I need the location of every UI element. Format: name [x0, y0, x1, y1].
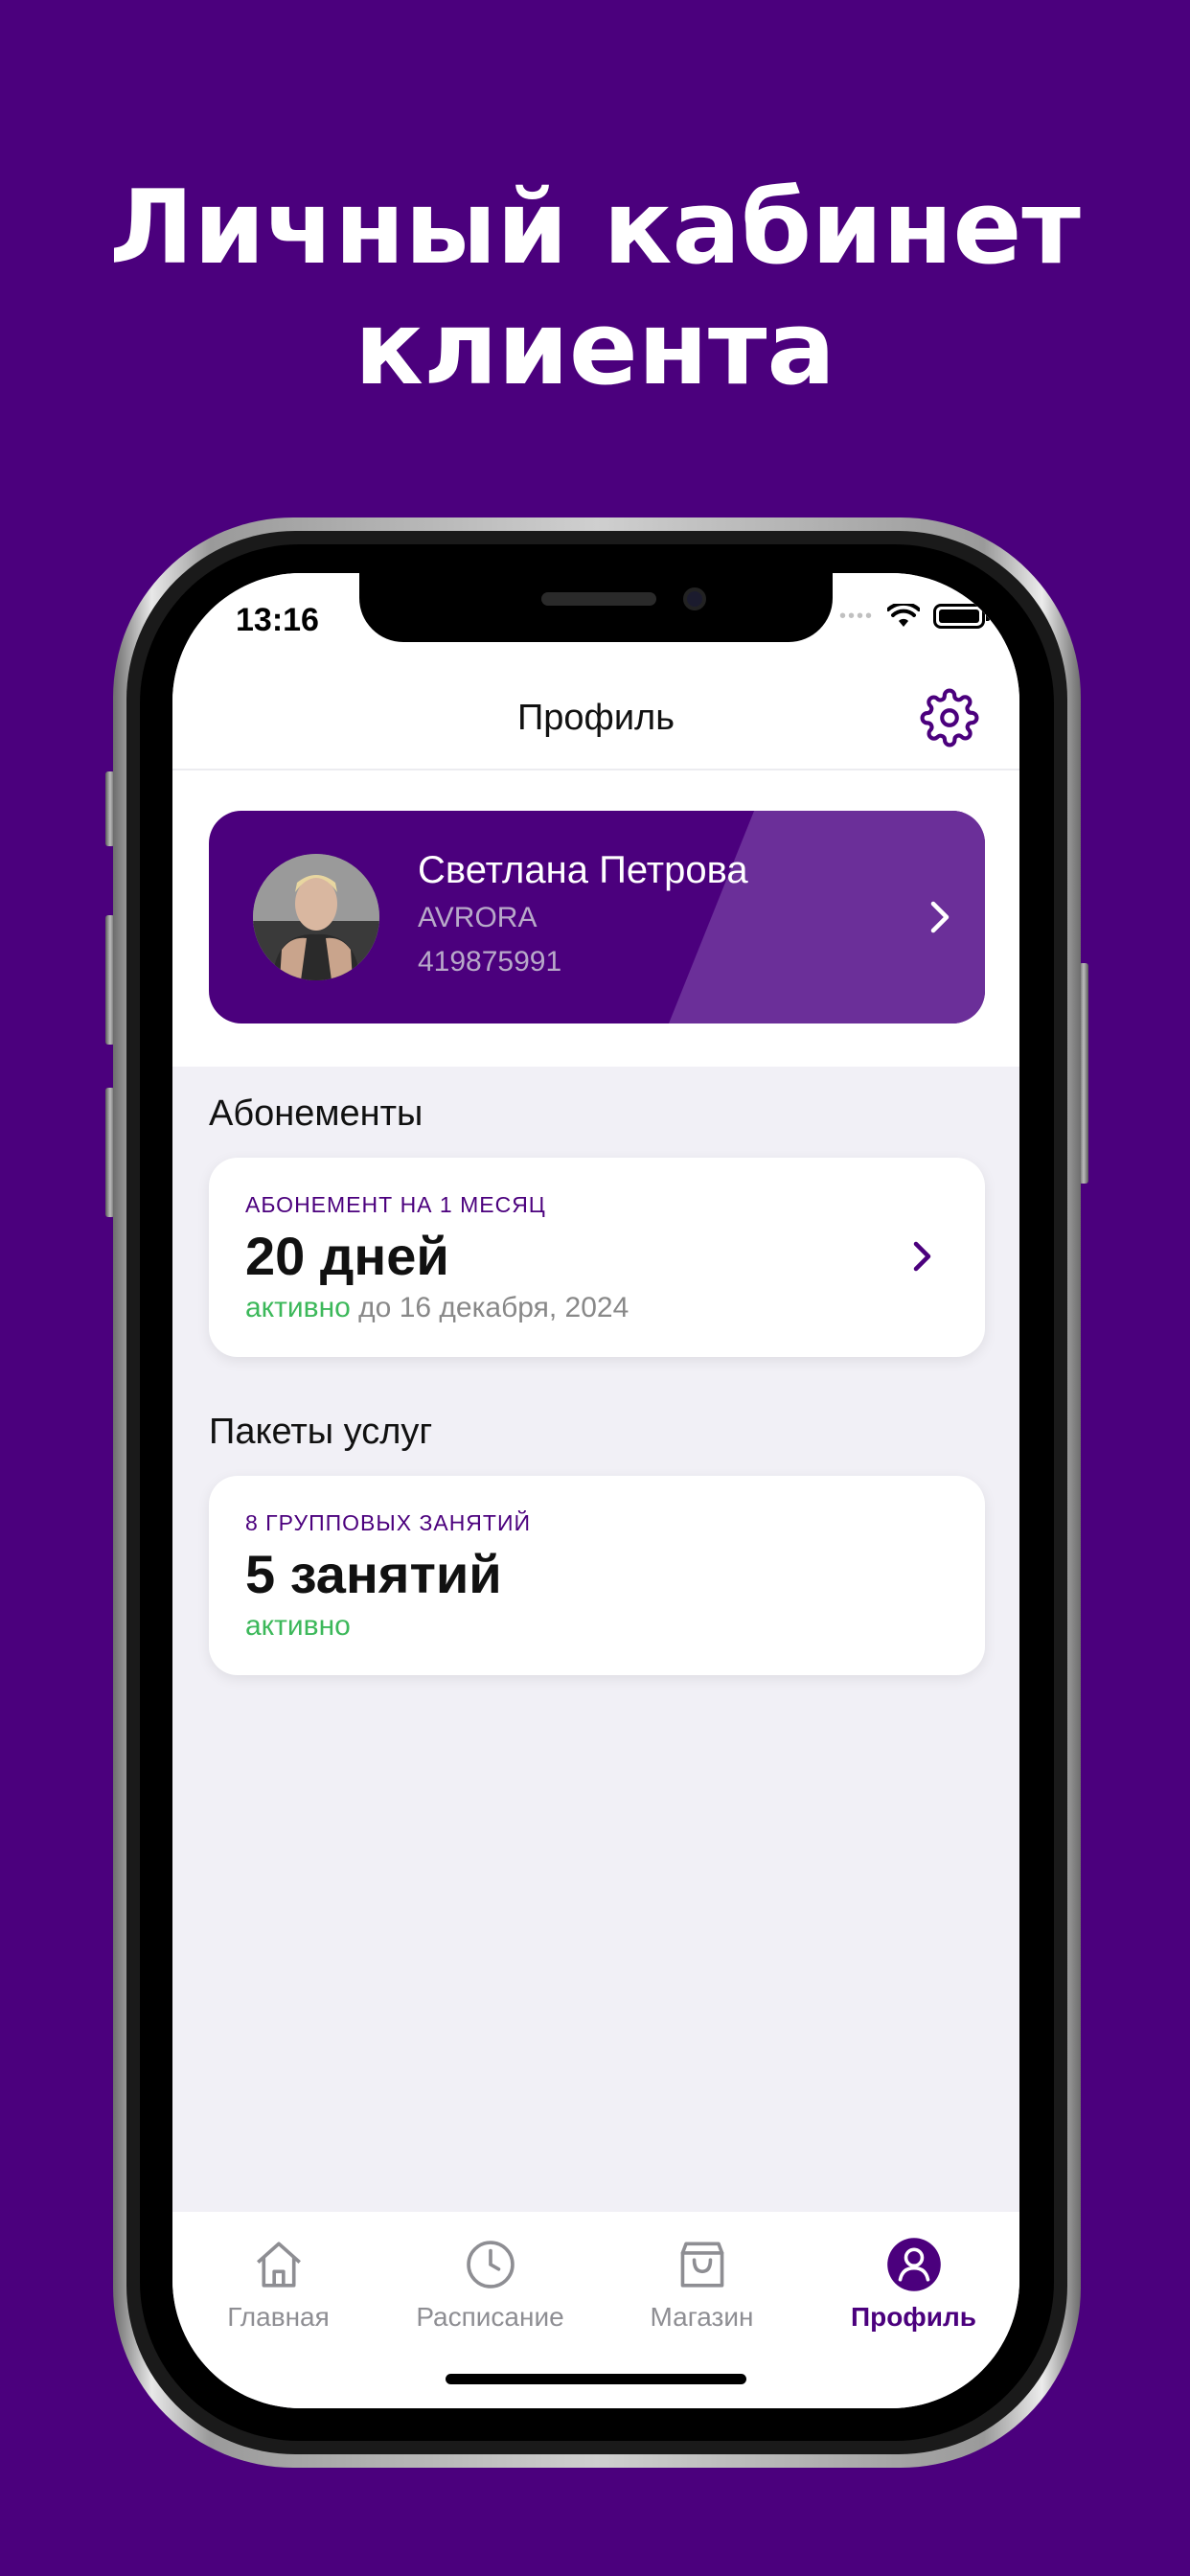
tab-home[interactable]: Главная	[172, 2212, 384, 2346]
headline-line-1: Личный кабинет	[109, 169, 1081, 287]
membership-status-active: активно	[245, 1292, 351, 1323]
avatar-photo	[253, 854, 379, 980]
phone-screen: 13:16 •••• Профиль Светлана Петрова AVRO…	[172, 573, 1019, 2408]
avatar	[253, 854, 379, 980]
membership-status: активно до 16 декабря, 2024	[245, 1292, 629, 1324]
headline-line-2: клиента	[355, 289, 835, 407]
membership-days-left: 20 дней	[245, 1226, 449, 1286]
tab-schedule[interactable]: Расписание	[384, 2212, 596, 2346]
chevron-right-icon	[930, 901, 950, 933]
membership-label: АБОНЕМЕНТ НА 1 МЕСЯЦ	[245, 1192, 546, 1217]
profile-icon	[887, 2238, 941, 2291]
clock-icon	[467, 2241, 515, 2288]
profile-name: Светлана Петрова	[418, 849, 748, 891]
home-indicator	[446, 2374, 746, 2384]
chevron-right-icon	[913, 1241, 931, 1272]
profile-club: AVRORA	[418, 902, 538, 933]
tab-schedule-label: Расписание	[416, 2302, 564, 2332]
packages-section-title: Пакеты услуг	[209, 1412, 433, 1452]
package-label: 8 ГРУППОВЫХ ЗАНЯТИЙ	[245, 1510, 532, 1535]
wifi-icon	[887, 604, 920, 627]
profile-client-id: 419875991	[418, 946, 562, 978]
page-title: Профиль	[516, 698, 675, 738]
tab-profile-label: Профиль	[850, 2302, 977, 2332]
shopping-bag-icon	[680, 2242, 724, 2288]
membership-valid-until: до 16 декабря, 2024	[350, 1292, 629, 1323]
tab-shop-label: Магазин	[650, 2302, 754, 2332]
profile-card[interactable]: Светлана Петрова AVRORA 419875991	[209, 811, 985, 1024]
header-divider	[172, 769, 1019, 770]
cellular-signal-icon: ••••	[838, 605, 874, 627]
promo-headline: Личный кабинет клиента	[0, 168, 1190, 409]
tab-profile[interactable]: Профиль	[808, 2212, 1019, 2346]
settings-gear-icon[interactable]	[920, 688, 979, 748]
status-time: 13:16	[236, 602, 319, 638]
front-camera	[683, 587, 706, 610]
status-indicators: ••••	[838, 604, 990, 629]
home-icon	[257, 2242, 301, 2288]
tab-shop[interactable]: Магазин	[596, 2212, 808, 2346]
tab-home-label: Главная	[227, 2302, 330, 2332]
earpiece-speaker	[541, 592, 656, 606]
membership-card[interactable]: АБОНЕМЕНТ НА 1 МЕСЯЦ 20 дней активно до …	[209, 1158, 985, 1357]
memberships-section-title: Абонементы	[209, 1093, 423, 1134]
package-status: активно	[245, 1610, 351, 1643]
package-status-active: активно	[245, 1610, 351, 1642]
battery-icon	[933, 604, 990, 629]
phone-notch	[359, 573, 833, 642]
package-sessions-left: 5 занятий	[245, 1544, 502, 1604]
package-card[interactable]: 8 ГРУППОВЫХ ЗАНЯТИЙ 5 занятий активно	[209, 1476, 985, 1675]
